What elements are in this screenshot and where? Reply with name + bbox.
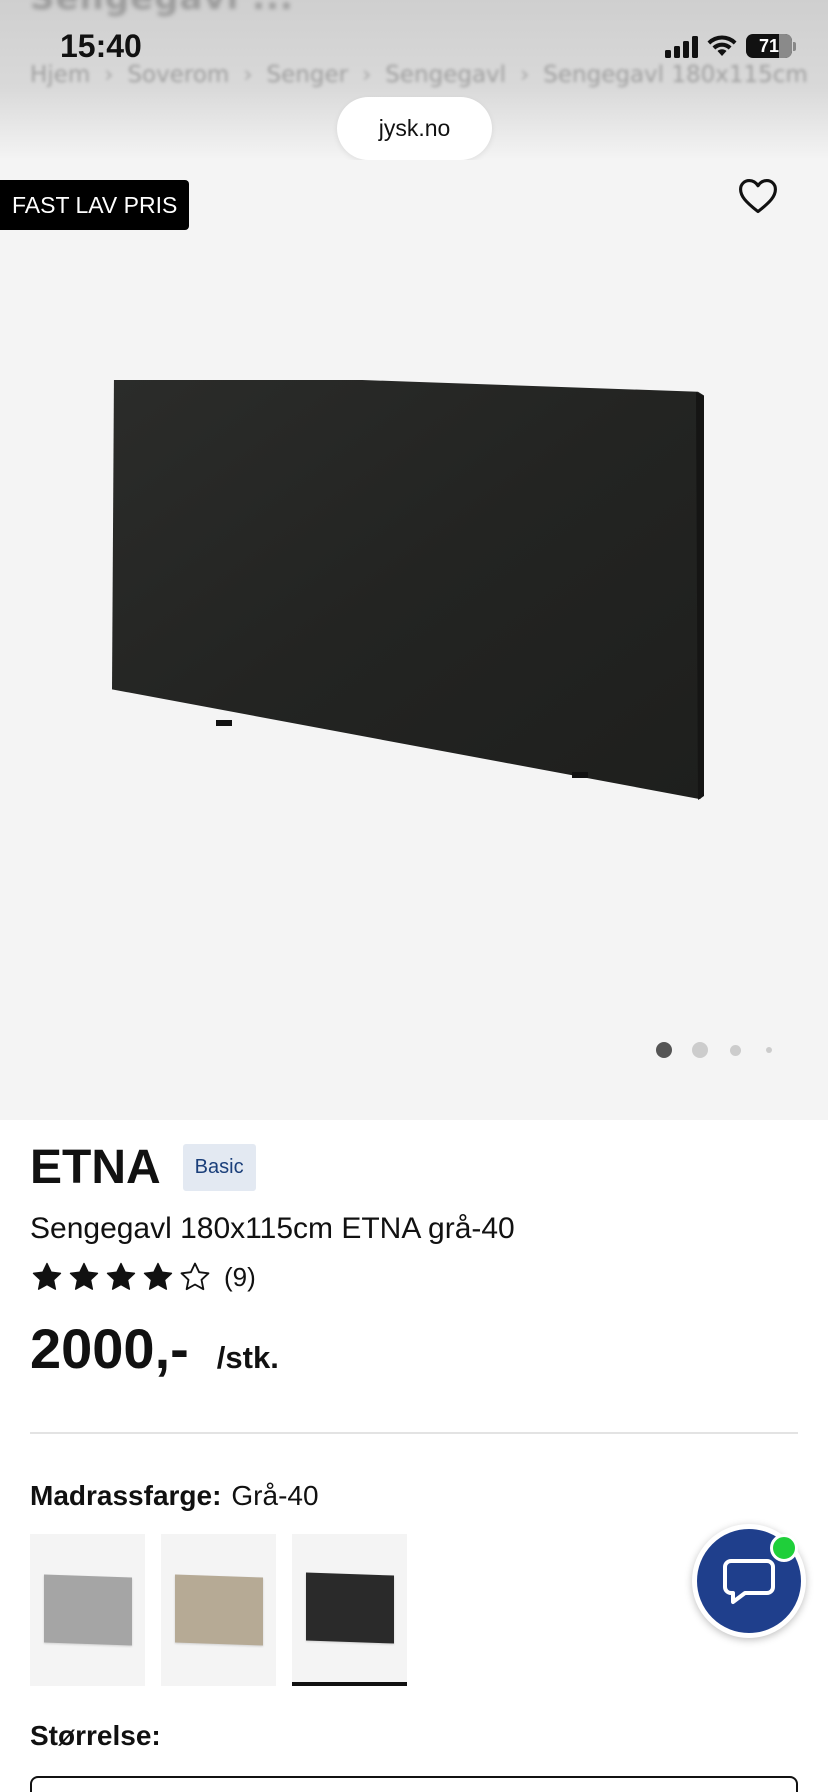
wifi-icon	[707, 35, 737, 56]
product-image-headboard	[112, 380, 704, 800]
rating-stars	[30, 1260, 212, 1294]
breadcrumb-separator: ›	[104, 62, 114, 88]
breadcrumb-separator: ›	[520, 62, 530, 88]
gallery-dot[interactable]	[766, 1047, 772, 1053]
size-label: Størrelse:	[30, 1720, 161, 1751]
chat-bubble-icon	[723, 1559, 775, 1604]
gallery-dot[interactable]	[692, 1042, 708, 1058]
battery-icon: 71	[746, 34, 796, 58]
star-outline-icon	[180, 1262, 210, 1291]
blurred-page-title: Sengegavl ...	[30, 0, 294, 18]
color-swatch-dark-grey[interactable]	[292, 1534, 407, 1686]
online-indicator	[770, 1534, 798, 1562]
product-brand: ETNA	[30, 1141, 161, 1194]
battery-empty-portion	[778, 34, 792, 58]
gallery-pagination	[656, 1042, 772, 1058]
product-tag: Basic	[182, 1144, 256, 1191]
gallery-dot[interactable]	[730, 1044, 741, 1056]
heart-outline-icon[interactable]	[736, 174, 780, 218]
battery-percent: 71	[758, 35, 780, 56]
product-rating[interactable]: (9)	[30, 1260, 256, 1294]
status-icons: 71	[665, 34, 796, 58]
color-swatch-beige[interactable]	[161, 1534, 276, 1686]
product-gallery[interactable]: FAST LAV PRIS	[0, 160, 828, 1120]
breadcrumb-separator: ›	[362, 62, 372, 88]
product-name-row: ETNA Basic	[30, 1140, 256, 1195]
product-price: 2000,-	[30, 1317, 189, 1380]
breadcrumb-item[interactable]: Sengegavl	[385, 62, 506, 88]
battery-body: 71	[746, 34, 792, 58]
browser-top-area: Sengegavl ... Hjem › Soverom › Senger › …	[0, 0, 828, 160]
color-selector-label: Madrassfarge: Grå-40	[30, 1480, 319, 1512]
review-count[interactable]: (9)	[224, 1262, 256, 1293]
price-row: 2000,- /stk.	[30, 1316, 279, 1381]
status-time: 15:40	[60, 28, 142, 64]
star-filled-icon	[32, 1262, 62, 1290]
color-label: Madrassfarge:	[30, 1480, 222, 1511]
price-unit: /stk.	[216, 1340, 279, 1375]
swatch-headboard-image	[174, 1574, 263, 1646]
breadcrumb-item[interactable]: Sengegavl 180x115cm	[543, 62, 808, 88]
size-select[interactable]	[30, 1776, 798, 1792]
divider	[30, 1432, 798, 1434]
breadcrumb-item[interactable]: Soverom	[127, 62, 229, 88]
color-value: Grå-40	[231, 1480, 319, 1511]
gallery-dot[interactable]	[656, 1042, 672, 1058]
star-filled-icon	[106, 1262, 136, 1290]
url-pill[interactable]: jysk.no	[337, 97, 492, 160]
swatch-headboard-image	[43, 1574, 132, 1646]
cellular-signal-icon	[665, 34, 698, 58]
breadcrumb: Hjem › Soverom › Senger › Sengegavl › Se…	[30, 62, 808, 88]
breadcrumb-item[interactable]: Hjem	[30, 62, 90, 88]
breadcrumb-separator: ›	[243, 62, 253, 88]
swatch-headboard-image	[305, 1572, 394, 1644]
price-badge: FAST LAV PRIS	[0, 180, 190, 230]
breadcrumb-item[interactable]: Senger	[267, 62, 349, 88]
color-swatch-light-grey[interactable]	[30, 1534, 145, 1686]
product-description: Sengegavl 180x115cm ETNA grå-40	[30, 1212, 515, 1245]
star-filled-icon	[69, 1262, 99, 1290]
battery-tip	[793, 41, 796, 51]
color-swatches	[30, 1534, 407, 1686]
star-filled-icon	[143, 1262, 173, 1290]
